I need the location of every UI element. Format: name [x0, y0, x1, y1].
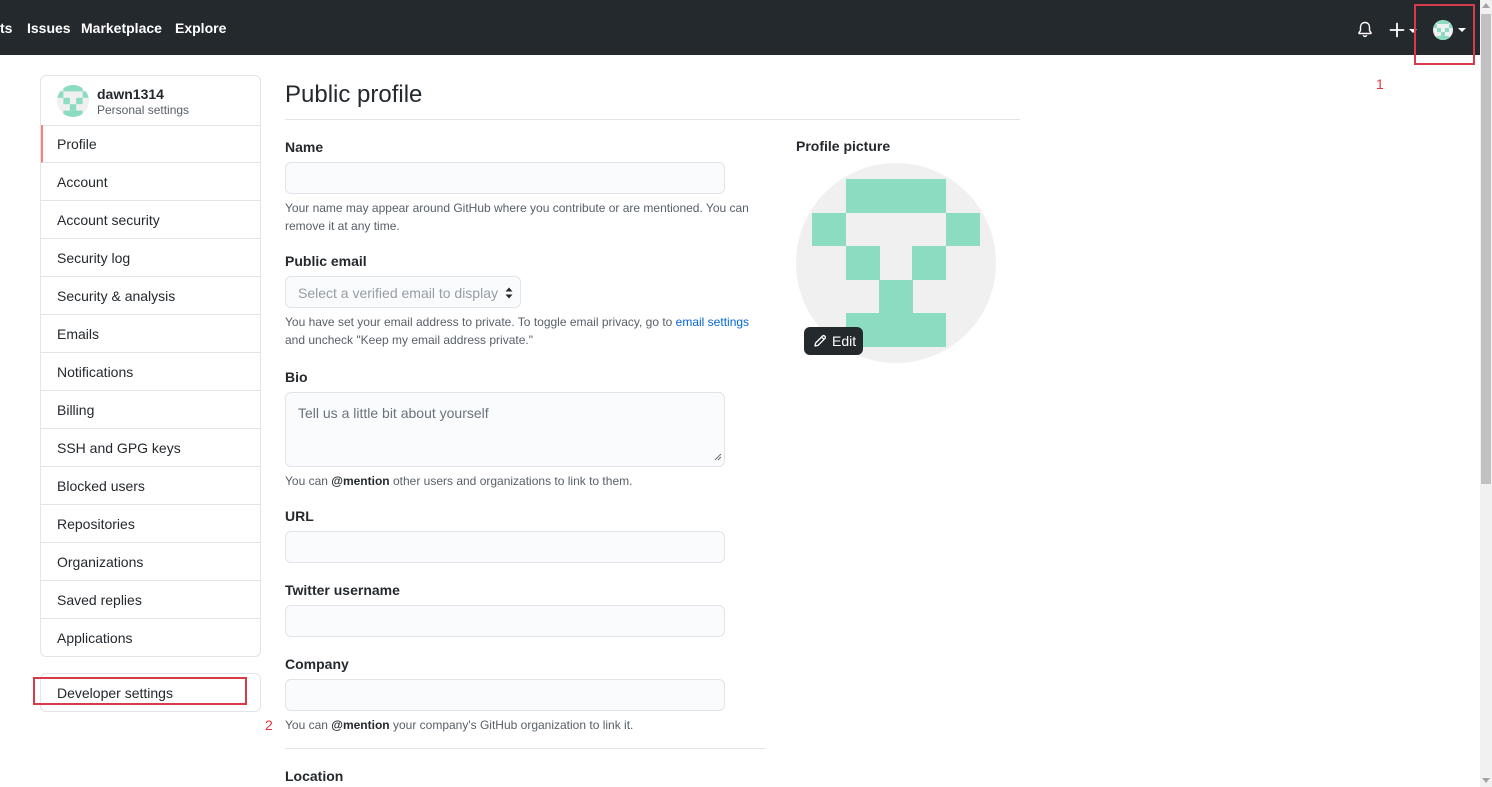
plus-icon[interactable] [1389, 22, 1405, 41]
sidebar-item-billing[interactable]: Billing [41, 391, 260, 429]
name-field[interactable] [285, 162, 725, 194]
public-email-label: Public email [285, 253, 367, 269]
sidebar-item-repositories[interactable]: Repositories [41, 505, 260, 543]
public-email-placeholder: Select a verified email to display [298, 285, 498, 301]
sidebar-subtitle: Personal settings [97, 103, 190, 117]
sidebar-item-ssh-gpg-keys[interactable]: SSH and GPG keys [41, 429, 260, 467]
select-arrows-icon [504, 286, 514, 303]
edit-profile-picture-button[interactable]: Edit [804, 327, 863, 355]
avatar [57, 85, 89, 117]
bio-placeholder: Tell us a little bit about yourself [298, 405, 489, 421]
pencil-icon [813, 334, 827, 351]
url-field[interactable] [285, 531, 725, 563]
twitter-username-field[interactable] [285, 605, 725, 637]
sidebar-item-profile[interactable]: Profile [41, 125, 260, 163]
sidebar-item-account[interactable]: Account [41, 163, 260, 201]
sidebar-item-saved-replies[interactable]: Saved replies [41, 581, 260, 619]
annotation-box-2 [33, 677, 247, 705]
annotation-box-1 [1414, 4, 1475, 65]
title-divider [285, 119, 1020, 120]
page-title: Public profile [285, 81, 423, 108]
profile-picture-label: Profile picture [796, 138, 891, 154]
nav-link-explore[interactable]: Explore [175, 20, 226, 36]
sidebar-item-applications[interactable]: Applications [41, 619, 260, 657]
resize-grip-icon[interactable] [714, 448, 722, 464]
nav-link-issues[interactable]: Issues [27, 20, 71, 36]
sidebar-item-organizations[interactable]: Organizations [41, 543, 260, 581]
company-label: Company [285, 656, 349, 672]
location-label: Location [285, 768, 344, 784]
sidebar-item-account-security[interactable]: Account security [41, 201, 260, 239]
sidebar-item-notifications[interactable]: Notifications [41, 353, 260, 391]
sidebar-item-security-log[interactable]: Security log [41, 239, 260, 277]
sidebar-user-header: dawn1314 Personal settings [41, 76, 260, 126]
url-label: URL [285, 508, 314, 524]
sidebar-item-blocked-users[interactable]: Blocked users [41, 467, 260, 505]
public-email-note: You have set your email address to priva… [285, 315, 750, 347]
section-divider [285, 748, 765, 749]
company-field[interactable] [285, 679, 725, 711]
scroll-down-icon[interactable] [1482, 778, 1490, 783]
nav-link-pull-requests[interactable]: ts [0, 20, 12, 36]
top-header: ts Issues Marketplace Explore [0, 0, 1480, 55]
bio-label: Bio [285, 369, 308, 385]
bio-note: You can @mention other users and organiz… [285, 474, 633, 488]
bell-icon[interactable] [1357, 21, 1373, 41]
scroll-up-icon[interactable] [1482, 3, 1490, 8]
email-settings-link[interactable]: email settings [676, 315, 749, 329]
twitter-username-label: Twitter username [285, 582, 400, 598]
sidebar-item-emails[interactable]: Emails [41, 315, 260, 353]
name-note: Your name may appear around GitHub where… [285, 201, 749, 233]
nav-link-marketplace[interactable]: Marketplace [81, 20, 162, 36]
bio-textarea[interactable]: Tell us a little bit about yourself [285, 392, 725, 467]
sidebar-username[interactable]: dawn1314 [97, 86, 164, 102]
annotation-number-2: 2 [265, 717, 273, 733]
scrollbar-thumb[interactable] [1481, 14, 1491, 484]
sidebar-item-security-analysis[interactable]: Security & analysis [41, 277, 260, 315]
settings-sidebar: dawn1314 Personal settings Profile Accou… [40, 75, 261, 657]
name-label: Name [285, 139, 324, 155]
edit-label: Edit [832, 333, 857, 349]
public-email-select[interactable]: Select a verified email to display [285, 276, 521, 308]
company-note: You can @mention your company's GitHub o… [285, 718, 634, 732]
annotation-number-1: 1 [1376, 76, 1384, 92]
